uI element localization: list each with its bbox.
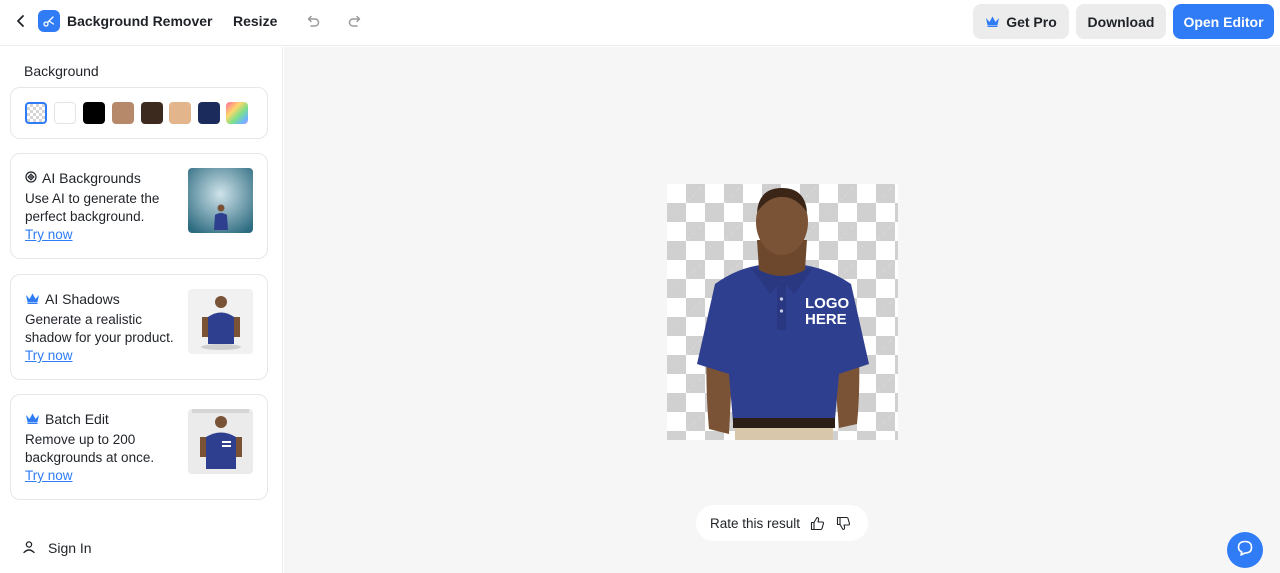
- resize-button[interactable]: Resize: [233, 13, 277, 29]
- background-heading: Background: [24, 63, 99, 79]
- thumbs-up-icon[interactable]: [808, 514, 826, 532]
- swatch-custom-color[interactable]: [226, 102, 248, 124]
- batch-edit-title: Batch Edit: [25, 411, 109, 427]
- batch-edit-desc: Remove up to 200 backgrounds at once. Tr…: [25, 432, 155, 483]
- ai-backgrounds-try-link[interactable]: Try now: [25, 227, 73, 242]
- undo-icon[interactable]: [305, 13, 323, 31]
- redo-icon[interactable]: [347, 13, 365, 31]
- help-chat-button[interactable]: [1227, 532, 1263, 568]
- ai-shadows-title: AI Shadows: [25, 291, 120, 307]
- ai-backgrounds-thumbnail: [188, 168, 253, 233]
- sign-in-label: Sign In: [48, 540, 92, 556]
- thumbs-down-icon[interactable]: [834, 514, 852, 532]
- crown-icon: [25, 411, 40, 427]
- user-icon: [22, 540, 36, 557]
- swatch-transparent[interactable]: [25, 102, 47, 124]
- get-pro-label: Get Pro: [1006, 13, 1057, 30]
- rate-result-bar: Rate this result: [696, 505, 868, 541]
- ai-backgrounds-title: AI Backgrounds: [25, 170, 141, 186]
- app-title: Background Remover: [67, 13, 213, 29]
- shirt-logo-line2: HERE: [805, 311, 847, 328]
- back-arrow-icon[interactable]: [12, 12, 30, 30]
- ai-backgrounds-desc: Use AI to generate the perfect backgroun…: [25, 191, 160, 242]
- shirt-logo-line1: LOGO: [805, 295, 849, 312]
- chat-bubble-icon: [1236, 539, 1254, 562]
- sign-in-button[interactable]: Sign In: [22, 538, 92, 558]
- batch-edit-try-link[interactable]: Try now: [25, 468, 73, 483]
- ai-sparkle-icon: [25, 170, 37, 186]
- swatch-beige[interactable]: [169, 102, 191, 124]
- ai-shadows-desc: Generate a realistic shadow for your pro…: [25, 312, 174, 363]
- crown-icon: [25, 291, 40, 307]
- ai-shadows-card[interactable]: AI Shadows Generate a realistic shadow f…: [10, 274, 268, 380]
- swatch-tan[interactable]: [112, 102, 134, 124]
- open-editor-button[interactable]: Open Editor: [1173, 4, 1274, 39]
- crown-icon: [985, 14, 1000, 30]
- batch-edit-card[interactable]: Batch Edit Remove up to 200 backgrounds …: [10, 394, 268, 500]
- download-button[interactable]: Download: [1076, 4, 1166, 39]
- ai-shadows-try-link[interactable]: Try now: [25, 348, 73, 363]
- rate-label: Rate this result: [710, 515, 801, 531]
- background-swatches: [10, 87, 268, 139]
- ai-backgrounds-card[interactable]: AI Backgrounds Use AI to generate the pe…: [10, 153, 268, 259]
- swatch-black[interactable]: [83, 102, 105, 124]
- swatch-dark-brown[interactable]: [141, 102, 163, 124]
- batch-edit-thumbnail: [188, 409, 253, 474]
- image-canvas: LOGO HERE Rate this result: [284, 47, 1280, 573]
- sidebar: Background AI Backgrounds Use AI to gene…: [0, 47, 283, 573]
- top-bar: Background Remover Resize Get Pro Downlo…: [0, 0, 1280, 46]
- result-preview-image: LOGO HERE: [667, 184, 898, 440]
- ai-shadows-thumbnail: [188, 289, 253, 354]
- swatch-white[interactable]: [54, 102, 76, 124]
- get-pro-button[interactable]: Get Pro: [973, 4, 1069, 39]
- swatch-navy[interactable]: [198, 102, 220, 124]
- app-logo-icon: [38, 10, 60, 32]
